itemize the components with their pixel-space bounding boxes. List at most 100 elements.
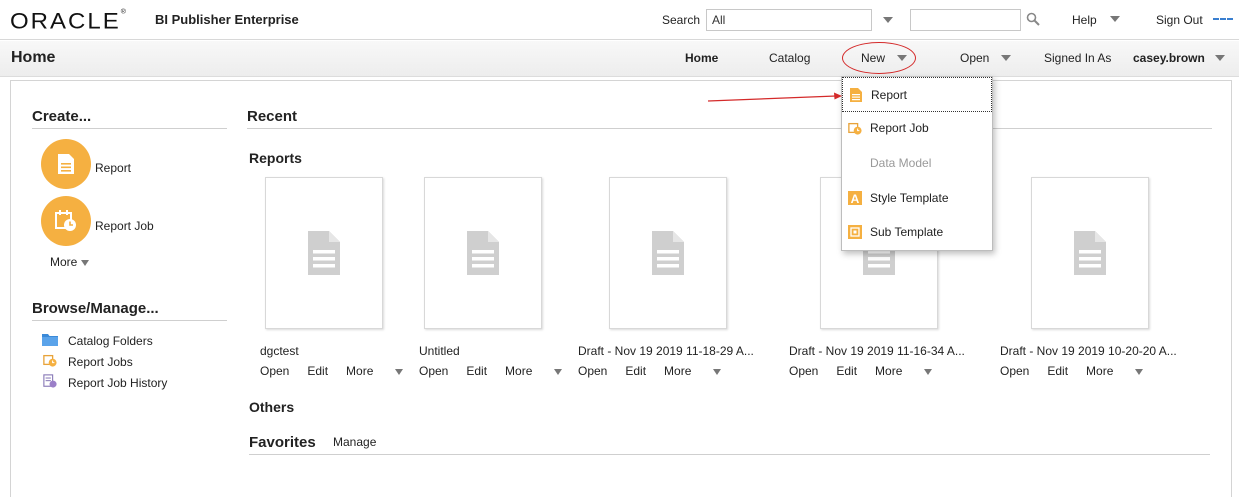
favorites-manage-link[interactable]: Manage	[333, 435, 376, 449]
more-chevron-down-icon	[924, 368, 933, 375]
report-open-link[interactable]: Open	[260, 364, 289, 378]
browse-catalog-folders[interactable]: Catalog Folders	[68, 334, 153, 348]
style-template-icon: A	[848, 191, 862, 206]
report-actions: Open Edit More	[419, 364, 580, 378]
menu-item-style-template[interactable]: A Style Template	[842, 181, 992, 215]
browse-divider	[32, 320, 227, 321]
global-nav-bar: Home Home Catalog New Open Signed In As …	[0, 41, 1239, 77]
nav-open[interactable]: Open	[960, 51, 989, 65]
signed-in-as-label: Signed In As	[1044, 51, 1112, 65]
others-heading: Others	[249, 399, 295, 415]
browse-report-jobs[interactable]: Report Jobs	[68, 355, 133, 369]
report-edit-link[interactable]: Edit	[307, 364, 328, 378]
sub-template-icon	[848, 225, 862, 239]
report-actions: Open Edit More	[260, 364, 421, 378]
report-job-icon	[848, 122, 862, 135]
create-report-label[interactable]: Report	[95, 161, 131, 175]
create-report-job-label[interactable]: Report Job	[95, 219, 154, 233]
report-actions: Open Edit More	[578, 364, 739, 378]
report-title[interactable]: Draft - Nov 19 2019 11-18-29 A...	[578, 344, 754, 358]
reports-heading: Reports	[249, 150, 302, 166]
favorites-heading: Favorites	[249, 434, 316, 451]
report-icon	[58, 154, 74, 174]
more-chevron-down-icon	[554, 368, 563, 375]
more-chevron-down-icon	[1135, 368, 1144, 375]
report-thumbnail[interactable]	[424, 177, 542, 329]
report-open-link[interactable]: Open	[789, 364, 818, 378]
menu-item-sub-template[interactable]: Sub Template	[842, 215, 992, 249]
nav-home[interactable]: Home	[685, 51, 718, 65]
report-open-link[interactable]: Open	[578, 364, 607, 378]
menu-item-report[interactable]: Report	[842, 77, 992, 112]
create-report-button[interactable]	[41, 139, 91, 189]
new-dropdown-menu: Report Report Job Data Model A Style Tem…	[841, 76, 993, 251]
menu-item-report-job[interactable]: Report Job	[842, 111, 992, 145]
search-icon[interactable]	[1026, 12, 1040, 26]
menu-item-label: Sub Template	[870, 225, 944, 239]
report-actions: Open Edit More	[1000, 364, 1161, 378]
search-scope-chevron-down-icon[interactable]	[883, 17, 893, 23]
top-bar: ORACLE® BI Publisher Enterprise Search A…	[0, 0, 1239, 40]
report-icon	[850, 88, 862, 102]
document-icon	[1074, 231, 1106, 275]
browse-heading: Browse/Manage...	[32, 300, 159, 317]
report-title[interactable]: Untitled	[419, 344, 460, 358]
folder-icon	[42, 334, 58, 346]
report-thumbnail[interactable]	[609, 177, 727, 329]
accessibility-dots-icon[interactable]	[1213, 18, 1233, 22]
svg-text:A: A	[851, 192, 860, 206]
report-edit-link[interactable]: Edit	[625, 364, 646, 378]
menu-item-label: Report	[871, 88, 908, 102]
report-thumbnail[interactable]	[265, 177, 383, 329]
report-more-menu[interactable]: More	[505, 364, 580, 378]
user-chevron-down-icon[interactable]	[1215, 55, 1225, 61]
report-jobs-icon	[43, 354, 57, 367]
report-edit-link[interactable]: Edit	[1047, 364, 1068, 378]
report-thumbnail[interactable]	[1031, 177, 1149, 329]
menu-item-label: Report Job	[870, 121, 929, 135]
page-title: Home	[11, 49, 56, 66]
new-annotation-circle	[842, 42, 916, 74]
create-more-menu[interactable]: More	[50, 255, 90, 269]
menu-item-label: Data Model	[870, 156, 932, 170]
help-chevron-down-icon[interactable]	[1110, 16, 1120, 22]
menu-item-data-model: Data Model	[842, 146, 992, 180]
document-icon	[652, 231, 684, 275]
create-divider	[32, 128, 227, 129]
document-icon	[467, 231, 499, 275]
report-open-link[interactable]: Open	[1000, 364, 1029, 378]
document-icon	[308, 231, 340, 275]
search-label: Search	[662, 13, 701, 27]
browse-report-job-history[interactable]: Report Job History	[68, 376, 167, 390]
recent-divider	[247, 128, 1212, 129]
report-more-menu[interactable]: More	[1086, 364, 1161, 378]
favorites-divider	[249, 454, 1210, 455]
recent-heading: Recent	[247, 108, 298, 125]
report-edit-link[interactable]: Edit	[836, 364, 857, 378]
more-chevron-down-icon	[395, 368, 404, 375]
report-title[interactable]: Draft - Nov 19 2019 10-20-20 A...	[1000, 344, 1177, 358]
user-menu[interactable]: casey.brown	[1133, 51, 1205, 65]
report-title[interactable]: Draft - Nov 19 2019 11-16-34 A...	[789, 344, 965, 358]
report-more-menu[interactable]: More	[875, 364, 950, 378]
report-edit-link[interactable]: Edit	[466, 364, 487, 378]
report-open-link[interactable]: Open	[419, 364, 448, 378]
report-title[interactable]: dgctest	[260, 344, 299, 358]
sign-out-link[interactable]: Sign Out	[1156, 13, 1203, 27]
report-more-menu[interactable]: More	[664, 364, 739, 378]
job-history-icon	[43, 374, 57, 388]
menu-item-label: Style Template	[870, 191, 949, 205]
report-job-icon	[55, 210, 76, 231]
more-chevron-down-icon	[81, 259, 90, 266]
report-actions: Open Edit More	[789, 364, 950, 378]
search-scope-select[interactable]: All	[706, 9, 872, 31]
open-chevron-down-icon[interactable]	[1001, 55, 1011, 61]
oracle-logo: ORACLE®	[10, 9, 126, 34]
product-name: BI Publisher Enterprise	[155, 12, 299, 27]
create-report-job-button[interactable]	[41, 196, 91, 246]
create-heading: Create...	[32, 108, 92, 125]
search-input[interactable]	[910, 9, 1021, 31]
help-menu[interactable]: Help	[1072, 13, 1097, 27]
nav-catalog[interactable]: Catalog	[769, 51, 810, 65]
report-more-menu[interactable]: More	[346, 364, 421, 378]
